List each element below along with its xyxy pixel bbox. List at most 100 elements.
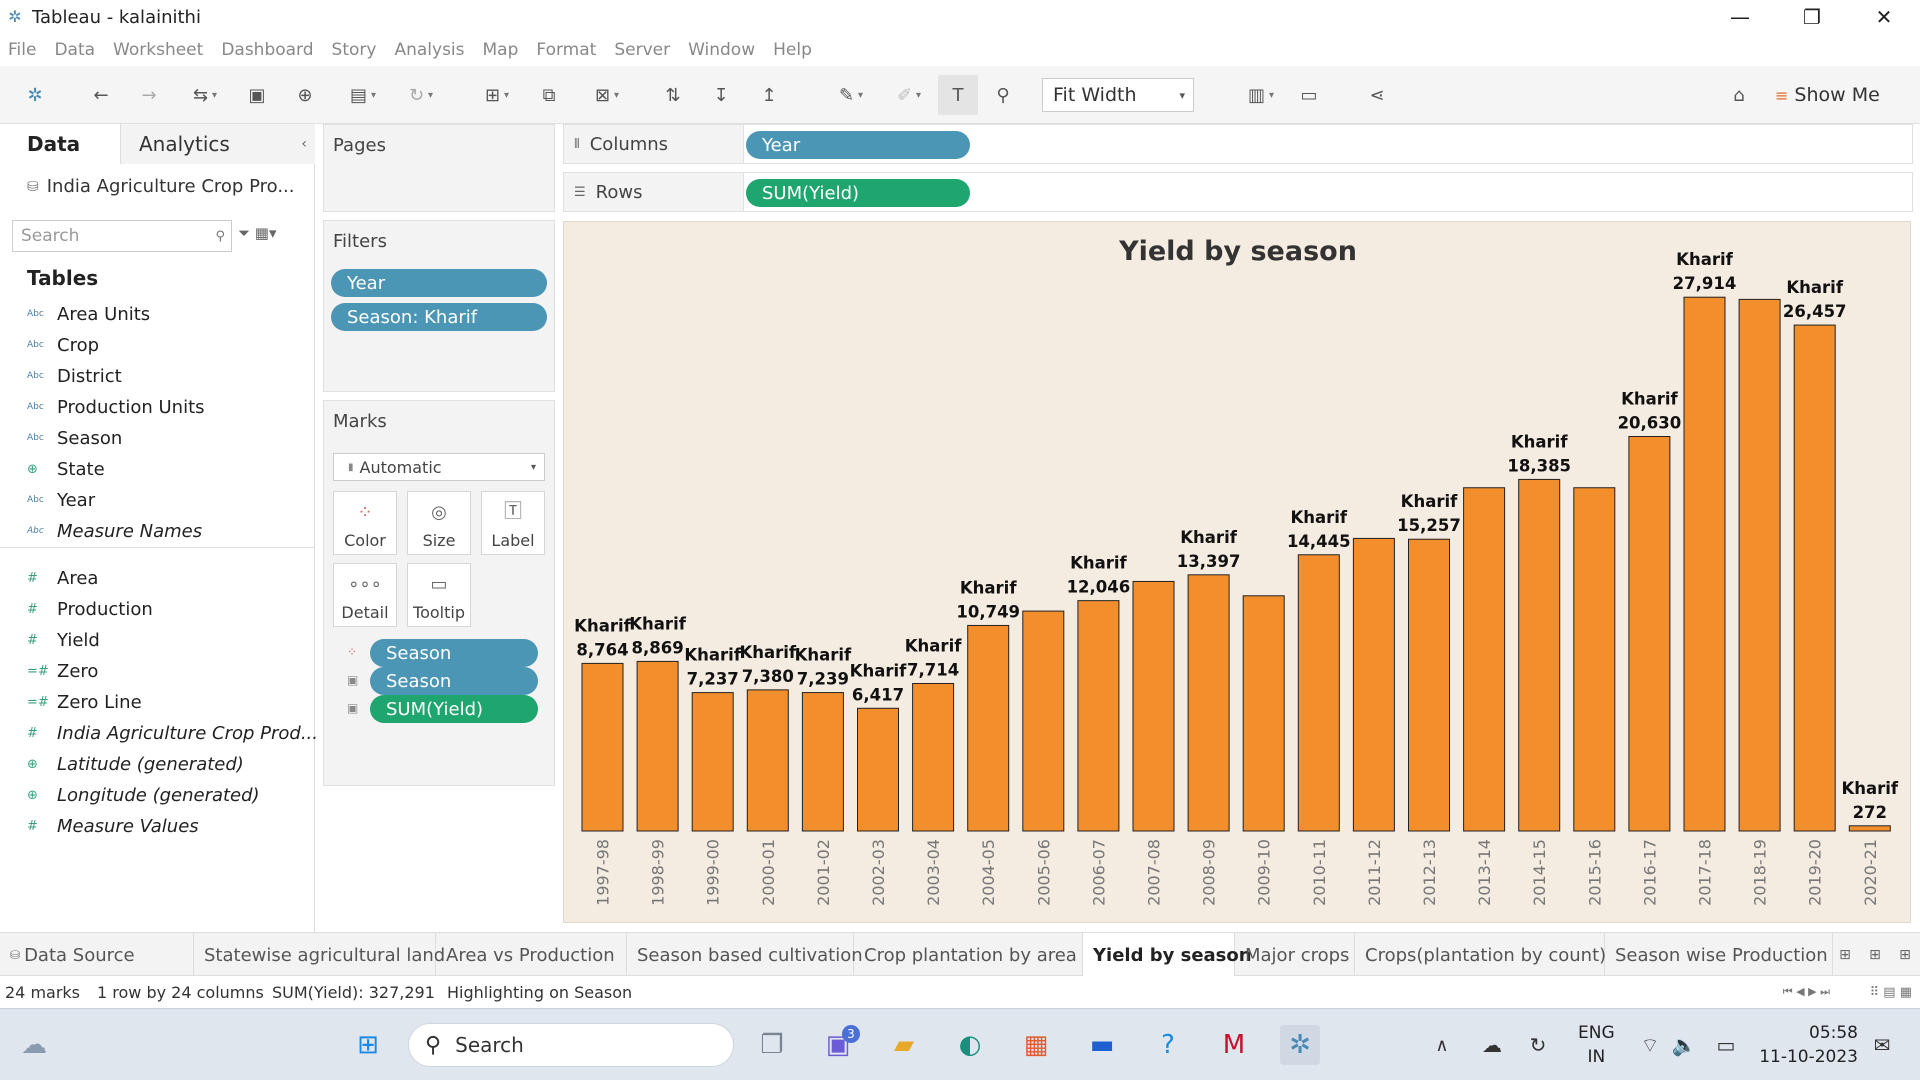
field-item[interactable]: # Yield: [27, 626, 100, 654]
field-item[interactable]: ⊕ State: [27, 455, 105, 483]
menu-window[interactable]: Window: [688, 40, 755, 60]
menu-file[interactable]: File: [8, 40, 36, 60]
edge-browser-icon[interactable]: ◐: [950, 1025, 990, 1065]
search-input[interactable]: Search ⚲: [12, 220, 232, 252]
detail-button[interactable]: ∘∘∘ Detail: [333, 563, 397, 627]
field-item[interactable]: # Measure Values: [27, 812, 199, 840]
windows-start-icon[interactable]: ⊞: [348, 1025, 388, 1065]
close-button[interactable]: ✕: [1848, 0, 1920, 34]
menu-dashboard[interactable]: Dashboard: [221, 40, 313, 60]
collapse-icon[interactable]: ‹: [301, 136, 307, 152]
replace-data-icon[interactable]: ⇆: [180, 80, 230, 110]
menu-data[interactable]: Data: [54, 40, 95, 60]
weather-icon[interactable]: ☁: [14, 1025, 54, 1065]
group-members-icon[interactable]: ✐: [884, 80, 934, 110]
taskbar-search[interactable]: ⚲ Search: [408, 1023, 734, 1067]
sheet-tab[interactable]: Crops(plantation by count): [1355, 933, 1606, 977]
field-item[interactable]: # Area: [27, 564, 98, 592]
field-item[interactable]: =# Zero Line: [27, 688, 142, 716]
clear-sheet-icon[interactable]: ⊠: [582, 80, 632, 110]
menu-map[interactable]: Map: [483, 40, 519, 60]
filter-pill-season[interactable]: Season: Kharif: [331, 303, 547, 331]
mark-type-dropdown[interactable]: ▮ Automatic ▾: [333, 453, 545, 481]
columns-shelf[interactable]: ⦀ Columns Year: [563, 124, 1913, 164]
filter-icon[interactable]: ⏷: [238, 224, 250, 242]
sync-icon[interactable]: ↻: [1518, 1025, 1558, 1065]
sheet-tab[interactable]: Season wise Production: [1605, 933, 1833, 977]
tab-analytics[interactable]: Analytics ‹: [120, 124, 315, 164]
menu-format[interactable]: Format: [536, 40, 596, 60]
field-item[interactable]: ⊕ Latitude (generated): [27, 750, 244, 778]
file-explorer-icon[interactable]: ▰: [884, 1025, 924, 1065]
field-item[interactable]: Abc Production Units: [27, 393, 205, 421]
mcafee-icon[interactable]: M: [1214, 1025, 1254, 1065]
marks-pill-season-color[interactable]: Season: [370, 639, 538, 667]
tableau-taskbar-icon[interactable]: ✲: [1280, 1025, 1320, 1065]
show-me-button[interactable]: ≡ Show Me: [1775, 80, 1880, 110]
field-item[interactable]: ⊕ Longitude (generated): [27, 781, 260, 809]
datasource-item[interactable]: ⛁ India Agriculture Crop Pro...: [27, 176, 294, 197]
sheet-nav-icons[interactable]: ⏮ ◀ ▶ ⏭: [1783, 985, 1830, 999]
format-painter-icon[interactable]: ⌂: [1724, 80, 1754, 110]
share-icon[interactable]: ⋖: [1362, 80, 1392, 110]
swap-rows-columns-icon[interactable]: ⇅: [658, 80, 688, 110]
color-button[interactable]: ⁘ Color: [333, 491, 397, 555]
field-item[interactable]: Abc District: [27, 362, 122, 390]
field-item[interactable]: Abc Measure Names: [27, 517, 202, 545]
refresh-icon[interactable]: ↻: [396, 80, 446, 110]
volume-icon[interactable]: 🔈: [1664, 1025, 1704, 1065]
menu-worksheet[interactable]: Worksheet: [113, 40, 203, 60]
marks-pill-season-label[interactable]: Season: [370, 667, 538, 695]
highlight-icon[interactable]: ✎: [826, 80, 876, 110]
field-item[interactable]: # India Agriculture Crop Prod...: [27, 719, 318, 747]
new-worksheet-icon[interactable]: ⊞: [1830, 947, 1860, 963]
marks-pill-sum-yield[interactable]: SUM(Yield): [370, 695, 538, 723]
myhp-icon[interactable]: ▬: [1082, 1025, 1122, 1065]
tab-data[interactable]: Data: [0, 124, 120, 164]
view-options-icon[interactable]: ▦▾: [255, 224, 277, 242]
field-item[interactable]: # Production: [27, 595, 153, 623]
sheet-tab[interactable]: Season based cultivation: [627, 933, 863, 977]
menu-server[interactable]: Server: [614, 40, 670, 60]
onedrive-icon[interactable]: ☁: [1472, 1025, 1512, 1065]
new-datasource-icon[interactable]: ⊕: [290, 80, 320, 110]
show-mark-labels-icon[interactable]: T: [938, 75, 978, 115]
sheet-tab[interactable]: Statewise agricultural land: [194, 933, 445, 977]
restore-button[interactable]: ❐: [1776, 0, 1848, 34]
tab-data-source[interactable]: ⛁ Data Source: [0, 933, 194, 977]
redo-icon[interactable]: →: [134, 80, 164, 110]
fix-axes-icon[interactable]: ⚲: [988, 80, 1018, 110]
new-story-icon[interactable]: ⊞: [1890, 947, 1920, 963]
store-icon[interactable]: ▦: [1016, 1025, 1056, 1065]
show-cards-icon[interactable]: ▥: [1236, 80, 1286, 110]
field-item[interactable]: Abc Year: [27, 486, 95, 514]
sort-ascending-icon[interactable]: ↧: [706, 80, 736, 110]
sheet-tab[interactable]: Area vs Production: [436, 933, 627, 977]
notification-icon[interactable]: ✉: [1862, 1025, 1902, 1065]
field-item[interactable]: Abc Season: [27, 424, 122, 452]
field-item[interactable]: =# Zero: [27, 657, 98, 685]
pane-filter-icons[interactable]: ⏷ ▦▾: [238, 224, 277, 242]
field-item[interactable]: Abc Crop: [27, 331, 99, 359]
presentation-mode-icon[interactable]: ▭: [1294, 80, 1324, 110]
chevron-up-icon[interactable]: ∧: [1422, 1025, 1462, 1065]
sheet-tab[interactable]: Yield by season: [1083, 933, 1252, 977]
filter-pill-year[interactable]: Year: [331, 269, 547, 297]
rows-pill-sum-yield[interactable]: SUM(Yield): [746, 179, 970, 207]
new-worksheet-icon[interactable]: ⊞: [472, 80, 522, 110]
menu-story[interactable]: Story: [332, 40, 377, 60]
tableau-logo-icon[interactable]: ✲: [20, 80, 50, 110]
clock[interactable]: 05:58 11-10-2023: [1759, 1021, 1858, 1069]
duplicate-sheet-icon[interactable]: ⧉: [534, 80, 564, 110]
help-icon[interactable]: ?: [1148, 1025, 1188, 1065]
sort-descending-icon[interactable]: ↥: [754, 80, 784, 110]
task-view-icon[interactable]: ❐: [752, 1025, 792, 1065]
view-mode-icons[interactable]: ⠿ ▤ ▦: [1870, 985, 1912, 1000]
label-button[interactable]: 🅃 Label: [481, 491, 545, 555]
undo-icon[interactable]: ←: [86, 80, 116, 110]
fit-dropdown[interactable]: Fit Width ▾: [1042, 78, 1194, 112]
columns-pill-year[interactable]: Year: [746, 131, 970, 159]
menu-help[interactable]: Help: [773, 40, 812, 60]
rows-shelf[interactable]: ☰ Rows SUM(Yield): [563, 172, 1913, 212]
battery-icon[interactable]: ▭: [1706, 1025, 1746, 1065]
